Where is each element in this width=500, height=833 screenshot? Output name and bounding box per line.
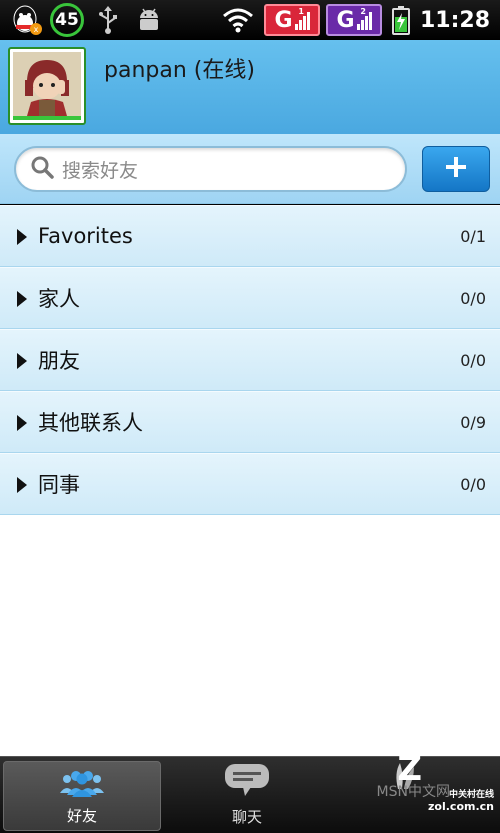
group-label: 同事: [38, 473, 80, 497]
search-placeholder: 搜索好友: [62, 159, 139, 182]
network-2-signal: G 2: [325, 4, 382, 36]
network-1-signal: G 1: [263, 4, 320, 36]
profile-header: panpan (在线): [0, 40, 500, 134]
group-row-family[interactable]: 家人 0/0: [0, 267, 500, 329]
group-label: 朋友: [38, 349, 80, 373]
chat-bubble-icon: [223, 762, 271, 802]
friend-groups-list: Favorites 0/1 家人 0/0 朋友 0/0 其他联系人 0/9 同事…: [0, 205, 500, 756]
search-input[interactable]: 搜索好友: [14, 146, 407, 192]
group-count: 0/1: [460, 226, 486, 246]
group-row-favorites[interactable]: Favorites 0/1: [0, 205, 500, 267]
friends-icon: [57, 767, 107, 801]
battery-charging-icon: [391, 5, 410, 35]
search-icon: [30, 155, 54, 183]
expand-arrow-icon: [17, 477, 27, 497]
group-count: 0/9: [460, 412, 486, 432]
expand-arrow-icon: [17, 415, 27, 435]
tab-friends[interactable]: 好友: [3, 761, 161, 831]
android-debug-icon: [136, 6, 162, 34]
expand-arrow-icon: [17, 229, 27, 249]
group-row-other-contacts[interactable]: 其他联系人 0/9: [0, 391, 500, 453]
add-friend-button[interactable]: [422, 146, 490, 192]
wifi-icon: [222, 7, 254, 33]
expand-arrow-icon: [17, 291, 27, 311]
status-bar: x 45 G 1 G 2 11:28: [0, 0, 500, 40]
tab-chat[interactable]: 聊天: [168, 761, 326, 831]
watermark-sub: MSN中文网: [376, 784, 450, 800]
tab-label: 聊天: [231, 808, 262, 826]
watermark-domain: zol.com.cn: [428, 800, 494, 813]
qq-icon: x: [10, 3, 44, 37]
avatar[interactable]: [8, 47, 86, 125]
group-label: Favorites: [38, 224, 133, 248]
group-label: 家人: [38, 287, 80, 311]
group-row-colleagues[interactable]: 同事 0/0: [0, 453, 500, 515]
status-clock: 11:28: [419, 7, 490, 33]
svg-text:x: x: [34, 25, 39, 34]
group-count: 0/0: [460, 350, 486, 370]
group-row-friends[interactable]: 朋友 0/0: [0, 329, 500, 391]
search-bar: 搜索好友: [0, 134, 500, 204]
bottom-tab-bar: 好友 聊天 Z 中关村在线 zol.com.cn MSN中文网: [0, 749, 500, 833]
usb-icon: [96, 5, 120, 35]
group-count: 0/0: [460, 474, 486, 494]
battery-percent-badge: 45: [50, 3, 84, 37]
username-status: panpan (在线): [104, 58, 255, 83]
tab-label: 好友: [66, 807, 97, 825]
group-label: 其他联系人: [38, 411, 143, 435]
plus-icon: [444, 155, 468, 183]
group-count: 0/0: [460, 288, 486, 308]
expand-arrow-icon: [17, 353, 27, 373]
